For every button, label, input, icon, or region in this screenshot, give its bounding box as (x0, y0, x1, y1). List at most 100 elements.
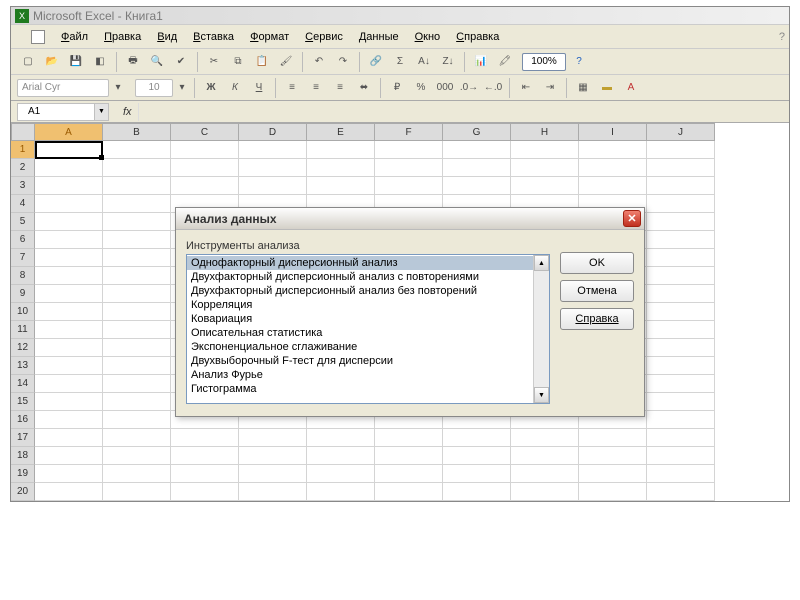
menu-окно[interactable]: Окно (409, 29, 447, 45)
borders-icon[interactable]: ▦ (572, 77, 594, 99)
rowhdr-4[interactable]: 4 (11, 195, 35, 213)
cell-A2[interactable] (35, 159, 103, 177)
cell-H2[interactable] (511, 159, 579, 177)
cell-F19[interactable] (375, 465, 443, 483)
new-icon[interactable]: ▢ (17, 51, 39, 73)
menu-правка[interactable]: Правка (98, 29, 147, 45)
sort-desc-icon[interactable]: Z↓ (437, 51, 459, 73)
scroll-down-icon[interactable]: ▼ (534, 387, 549, 403)
cell-B14[interactable] (103, 375, 171, 393)
list-item[interactable]: Экспоненциальное сглаживание (187, 340, 533, 354)
cell-B16[interactable] (103, 411, 171, 429)
cell-B1[interactable] (103, 141, 171, 159)
cell-J4[interactable] (647, 195, 715, 213)
cell-F2[interactable] (375, 159, 443, 177)
dialog-titlebar[interactable]: Анализ данных ✕ (176, 208, 644, 230)
list-item[interactable]: Анализ Фурье (187, 368, 533, 382)
menu-файл[interactable]: Файл (55, 29, 94, 45)
font-name-input[interactable]: Arial Cyr (17, 79, 109, 97)
rowhdr-15[interactable]: 15 (11, 393, 35, 411)
list-item[interactable]: Описательная статистика (187, 326, 533, 340)
list-item[interactable]: Двухфакторный дисперсионный анализ с пов… (187, 270, 533, 284)
align-left-icon[interactable]: ≡ (281, 77, 303, 99)
colhdr-E[interactable]: E (307, 123, 375, 141)
cell-B13[interactable] (103, 357, 171, 375)
cell-D2[interactable] (239, 159, 307, 177)
cell-E1[interactable] (307, 141, 375, 159)
cell-H19[interactable] (511, 465, 579, 483)
spelling-icon[interactable]: ✔ (170, 51, 192, 73)
cell-B11[interactable] (103, 321, 171, 339)
align-center-icon[interactable]: ≡ (305, 77, 327, 99)
menu-данные[interactable]: Данные (353, 29, 405, 45)
comma-icon[interactable]: 000 (434, 77, 456, 99)
cell-C3[interactable] (171, 177, 239, 195)
menu-вставка[interactable]: Вставка (187, 29, 240, 45)
cell-A8[interactable] (35, 267, 103, 285)
cut-icon[interactable]: ✂ (203, 51, 225, 73)
cell-H3[interactable] (511, 177, 579, 195)
drawing-icon[interactable]: 🖍 (494, 51, 516, 73)
colhdr-F[interactable]: F (375, 123, 443, 141)
cell-J2[interactable] (647, 159, 715, 177)
cell-D19[interactable] (239, 465, 307, 483)
cell-I2[interactable] (579, 159, 647, 177)
list-item[interactable]: Ковариация (187, 312, 533, 326)
menu-формат[interactable]: Формат (244, 29, 295, 45)
cell-A6[interactable] (35, 231, 103, 249)
list-item[interactable]: Двухфакторный дисперсионный анализ без п… (187, 284, 533, 298)
cell-J20[interactable] (647, 483, 715, 501)
menu-вид[interactable]: Вид (151, 29, 183, 45)
rowhdr-10[interactable]: 10 (11, 303, 35, 321)
rowhdr-6[interactable]: 6 (11, 231, 35, 249)
sort-asc-icon[interactable]: A↓ (413, 51, 435, 73)
formula-input[interactable] (138, 103, 789, 121)
cell-E19[interactable] (307, 465, 375, 483)
menu-справка[interactable]: Справка (450, 29, 505, 45)
rowhdr-5[interactable]: 5 (11, 213, 35, 231)
increase-decimal-icon[interactable]: .0→ (458, 77, 480, 99)
print-icon[interactable]: 🖶 (122, 51, 144, 73)
analysis-tools-listbox[interactable]: Однофакторный дисперсионный анализДвухфа… (186, 254, 550, 404)
colhdr-B[interactable]: B (103, 123, 171, 141)
cell-I17[interactable] (579, 429, 647, 447)
colhdr-A[interactable]: A (35, 123, 103, 141)
help-prompt-icon[interactable]: ? (775, 31, 789, 43)
cell-F3[interactable] (375, 177, 443, 195)
cell-A20[interactable] (35, 483, 103, 501)
cell-C1[interactable] (171, 141, 239, 159)
font-dropdown-icon[interactable]: ▾ (111, 77, 125, 99)
cell-G3[interactable] (443, 177, 511, 195)
cell-B3[interactable] (103, 177, 171, 195)
help-button[interactable]: Справка (560, 308, 634, 330)
cell-I19[interactable] (579, 465, 647, 483)
preview-icon[interactable]: 🔍 (146, 51, 168, 73)
font-color-icon[interactable]: A (620, 77, 642, 99)
cell-J12[interactable] (647, 339, 715, 357)
undo-icon[interactable]: ↶ (308, 51, 330, 73)
cell-H20[interactable] (511, 483, 579, 501)
cell-B19[interactable] (103, 465, 171, 483)
cell-A14[interactable] (35, 375, 103, 393)
name-box-dropdown-icon[interactable]: ▼ (95, 103, 109, 121)
cell-F18[interactable] (375, 447, 443, 465)
cell-G2[interactable] (443, 159, 511, 177)
cell-B2[interactable] (103, 159, 171, 177)
cell-B17[interactable] (103, 429, 171, 447)
rowhdr-9[interactable]: 9 (11, 285, 35, 303)
cell-F1[interactable] (375, 141, 443, 159)
scroll-track[interactable] (534, 271, 549, 387)
cell-H17[interactable] (511, 429, 579, 447)
rowhdr-13[interactable]: 13 (11, 357, 35, 375)
cell-A9[interactable] (35, 285, 103, 303)
cell-H1[interactable] (511, 141, 579, 159)
cell-J3[interactable] (647, 177, 715, 195)
align-right-icon[interactable]: ≡ (329, 77, 351, 99)
cell-B20[interactable] (103, 483, 171, 501)
cell-G1[interactable] (443, 141, 511, 159)
rowhdr-18[interactable]: 18 (11, 447, 35, 465)
permission-icon[interactable]: ◧ (89, 51, 111, 73)
cell-B18[interactable] (103, 447, 171, 465)
cell-J15[interactable] (647, 393, 715, 411)
list-item[interactable]: Двухвыборочный F-тест для дисперсии (187, 354, 533, 368)
